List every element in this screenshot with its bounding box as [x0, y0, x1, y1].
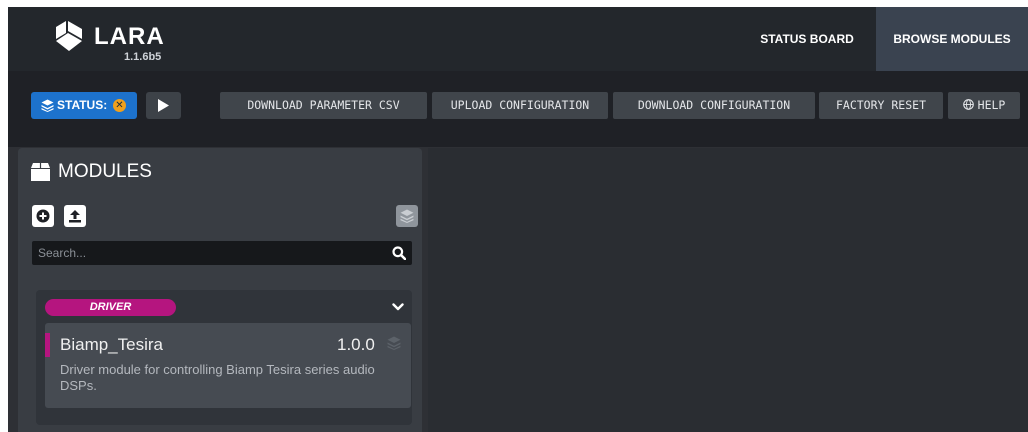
layers-icon	[41, 99, 54, 112]
tab-browse-modules[interactable]: BROWSE MODULES	[876, 7, 1028, 71]
layers-icon	[387, 336, 401, 350]
chevron-down-icon[interactable]	[392, 301, 404, 313]
layers-button[interactable]	[396, 205, 418, 227]
add-module-button[interactable]	[32, 205, 54, 227]
app-window: LARA 1.1.6b5 STATUS BOARD BROWSE MODULES…	[8, 7, 1028, 432]
help-label: HELP	[977, 98, 1006, 112]
upload-configuration-button[interactable]: UPLOAD CONFIGURATION	[432, 92, 608, 119]
module-group-driver: DRIVER Biamp_Tesira 1.0.0 Driver module …	[36, 290, 412, 425]
group-badge-driver: DRIVER	[45, 299, 176, 316]
tab-status-board[interactable]: STATUS BOARD	[738, 7, 876, 71]
toolbar: STATUS: ✕ DOWNLOAD PARAMETER CSV UPLOAD …	[8, 71, 1028, 147]
module-version: 1.0.0	[337, 335, 375, 354]
module-accent-bar	[45, 333, 50, 357]
module-name: Biamp_Tesira	[60, 335, 163, 354]
factory-reset-button[interactable]: FACTORY RESET	[819, 92, 943, 119]
upload-icon	[69, 210, 81, 223]
module-detail-pane	[428, 148, 1028, 432]
modules-panel: MODULES Search... DRIVER Biamp_Tesira 1.…	[18, 148, 422, 432]
top-navbar: LARA 1.1.6b5 STATUS BOARD BROWSE MODULES	[8, 7, 1028, 71]
status-label: STATUS:	[57, 98, 108, 112]
layers-icon	[400, 209, 414, 223]
upload-module-button[interactable]	[64, 205, 86, 227]
lara-logo-icon	[56, 21, 82, 51]
app-name: LARA	[94, 23, 165, 50]
search-input[interactable]	[32, 241, 394, 265]
globe-icon	[962, 99, 974, 110]
play-button[interactable]	[146, 92, 181, 119]
search-icon[interactable]	[392, 246, 406, 260]
status-button[interactable]: STATUS: ✕	[31, 92, 137, 119]
app-version: 1.1.6b5	[124, 51, 162, 63]
x-circle-icon: ✕	[113, 99, 126, 112]
module-card[interactable]: Biamp_Tesira 1.0.0 Driver module for con…	[45, 323, 411, 408]
plus-circle-icon	[36, 209, 50, 223]
help-button[interactable]: HELP	[948, 92, 1020, 119]
box-icon	[31, 163, 50, 181]
download-parameter-csv-button[interactable]: DOWNLOAD PARAMETER CSV	[220, 92, 427, 119]
download-configuration-button[interactable]: DOWNLOAD CONFIGURATION	[613, 92, 815, 119]
search-box	[32, 241, 412, 265]
module-description: Driver module for controlling Biamp Tesi…	[60, 362, 375, 393]
play-icon	[158, 99, 169, 112]
